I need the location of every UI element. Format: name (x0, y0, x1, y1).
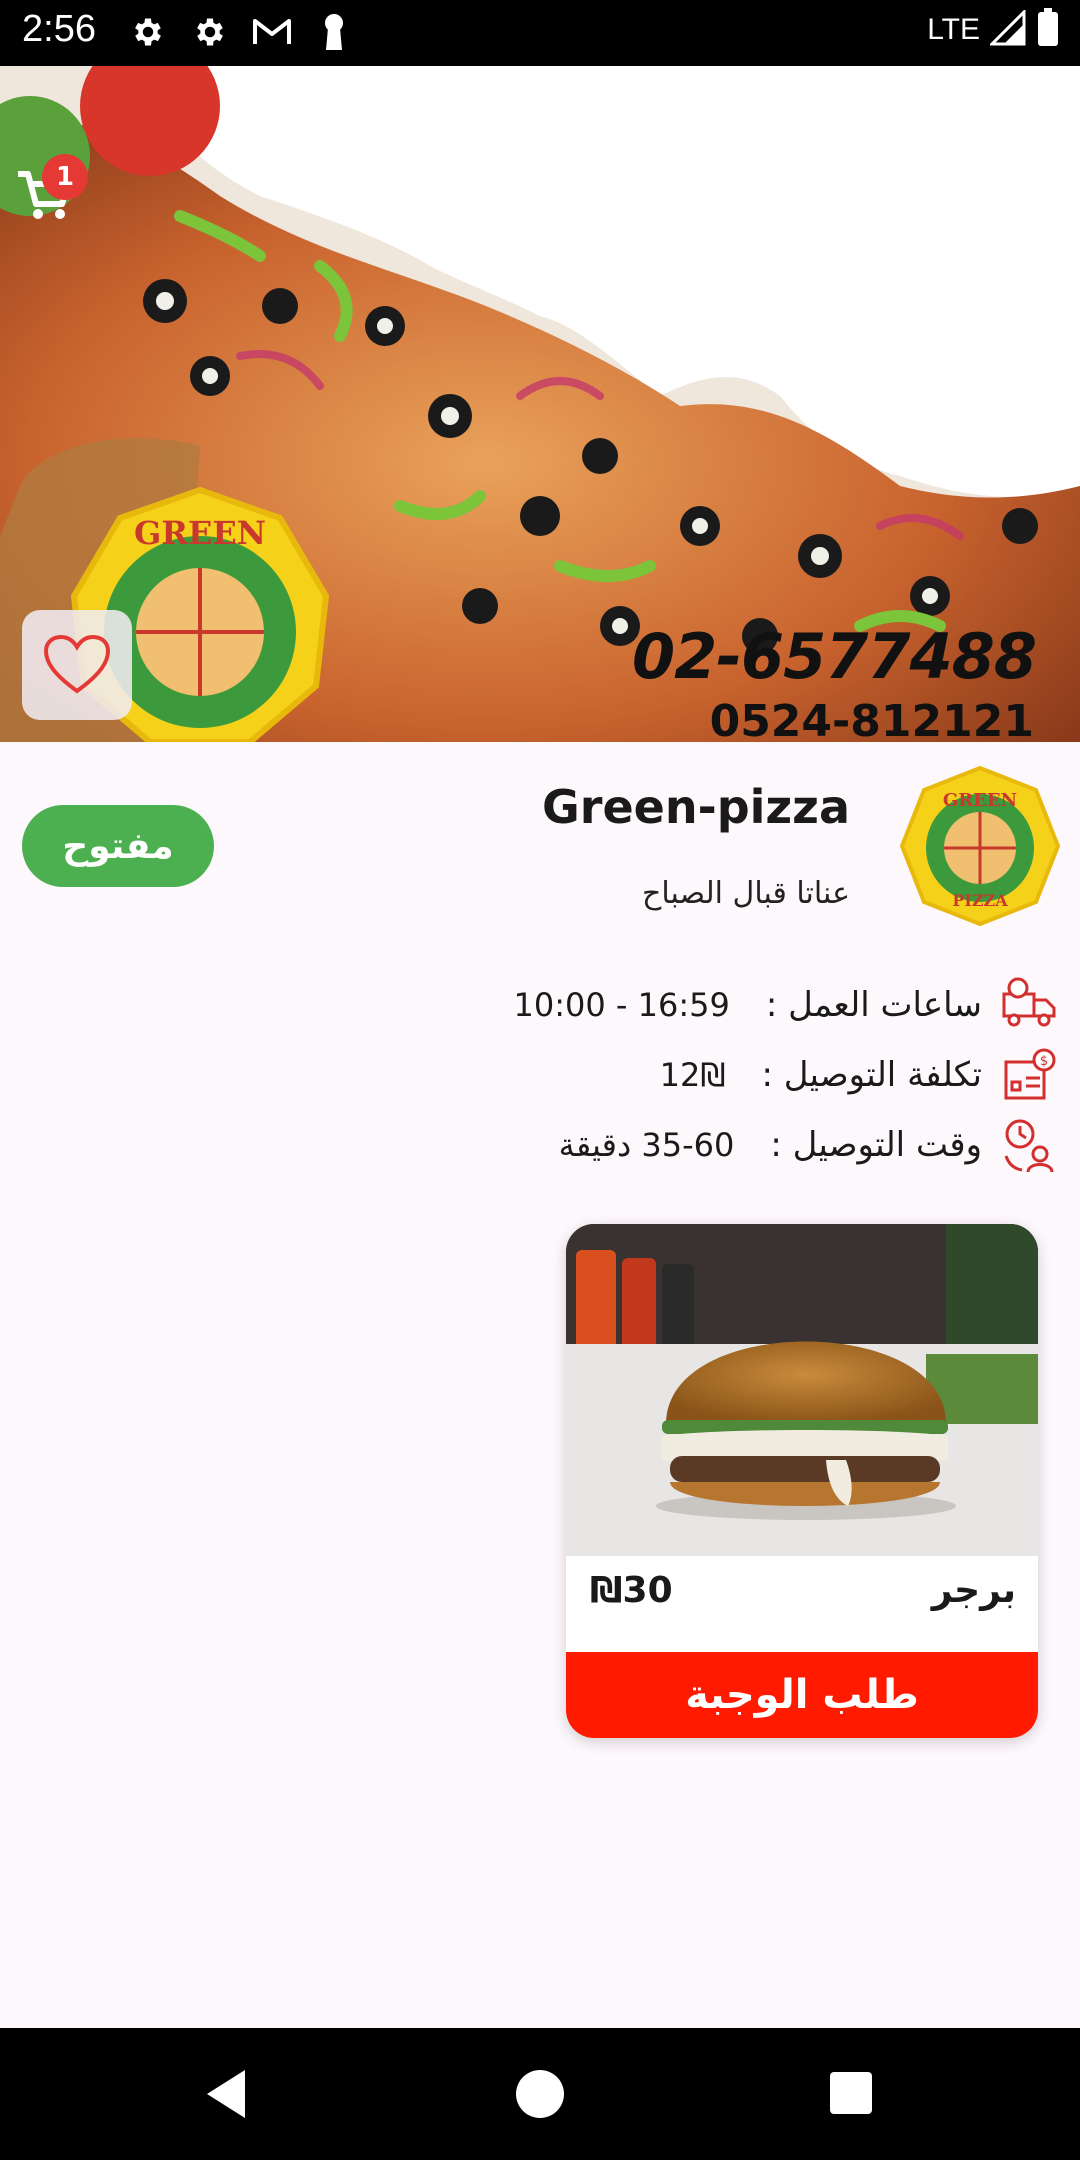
delivery-time-value: 35-60 دقيقة (558, 1126, 735, 1164)
working-hours-value: 16:59 - 10:00 (513, 986, 730, 1024)
restaurant-name: Green-pizza (542, 780, 850, 834)
gmail-icon (252, 10, 292, 54)
delivery-time-row: وقت التوصيل : 35-60 دقيقة (298, 1115, 1058, 1175)
favorite-button[interactable] (22, 610, 132, 720)
heart-icon (43, 634, 111, 694)
delivery-cost-value: 12₪ (659, 1056, 726, 1094)
open-status-badge: مفتوح (22, 805, 214, 887)
svg-text:GREEN: GREEN (943, 790, 1017, 811)
signal-icon (988, 8, 1026, 50)
network-type: LTE (927, 13, 980, 46)
status-system-icons: LTE (927, 8, 1060, 52)
home-icon[interactable] (516, 2070, 564, 2118)
restaurant-cover-image: GREEN 1 02-6577488 0524-812121 (0, 66, 1080, 742)
settings-icon (128, 10, 168, 54)
status-bar: 2:56 LTE (0, 0, 1080, 66)
banner-logo-text-top: GREEN (134, 514, 266, 552)
delivery-cost-label: تكلفة التوصيل : (761, 1055, 982, 1095)
working-hours-label: ساعات العمل : (765, 985, 982, 1025)
status-time: 2:56 (22, 8, 96, 50)
settings-icon (190, 10, 230, 54)
delivery-time-label: وقت التوصيل : (770, 1125, 982, 1165)
svg-text:PIZZA: PIZZA (952, 891, 1008, 910)
working-hours-row: ساعات العمل : 16:59 - 10:00 (298, 975, 1058, 1035)
product-price: ₪30 (590, 1570, 673, 1611)
back-icon[interactable] (205, 2068, 249, 2120)
battery-icon (1036, 8, 1060, 52)
status-notification-icons (128, 10, 354, 54)
delivery-cost-icon: $ (1004, 1048, 1056, 1100)
cart-count-badge: 1 (42, 154, 88, 200)
restaurant-address: عناتا قبال الصباح (641, 876, 850, 911)
product-name: برجر (931, 1570, 1016, 1611)
restaurant-logo: GREEN PIZZA (900, 766, 1060, 926)
order-meal-button[interactable]: طلب الوجبة (566, 1652, 1038, 1738)
svg-text:$: $ (1040, 1054, 1048, 1069)
keyhole-icon (314, 10, 354, 54)
navigation-bar (0, 2028, 1080, 2160)
recent-apps-icon[interactable] (830, 2072, 872, 2114)
banner-phone-1: 02-6577488 (632, 620, 1037, 693)
burger-photo (566, 1224, 1038, 1556)
banner-phone-2: 0524-812121 (709, 696, 1034, 742)
delivery-time-icon (1004, 1119, 1054, 1173)
delivery-truck-icon (1002, 977, 1056, 1027)
product-card[interactable]: برجر ₪30 طلب الوجبة (566, 1224, 1038, 1738)
delivery-cost-row: $ تكلفة التوصيل : 12₪ (298, 1045, 1058, 1105)
